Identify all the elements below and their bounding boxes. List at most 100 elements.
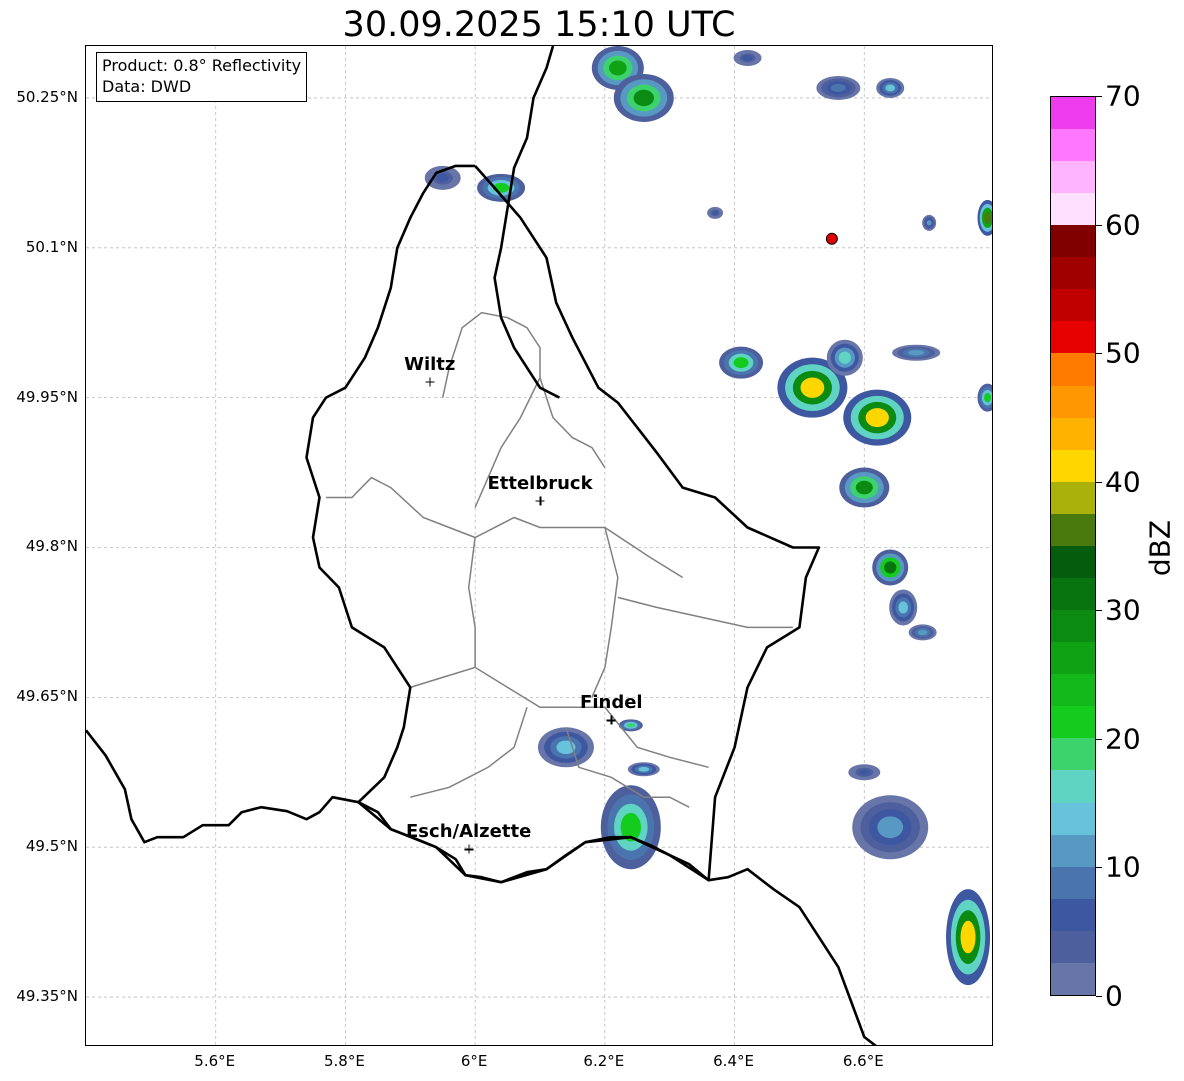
precip-cell bbox=[872, 549, 909, 586]
precip-blob bbox=[917, 629, 928, 636]
map-title: 30.09.2025 15:10 UTC bbox=[342, 5, 736, 45]
precip-blob bbox=[626, 723, 635, 728]
lon-tick-label: 6.4°E bbox=[713, 1052, 754, 1070]
colorbar-tick bbox=[1096, 738, 1102, 740]
precip-blob bbox=[638, 766, 650, 772]
precip-blob bbox=[858, 769, 870, 775]
country-border bbox=[86, 729, 877, 1045]
precip-blob bbox=[865, 408, 889, 428]
precip-cell bbox=[613, 73, 674, 122]
colorbar-segment bbox=[1051, 834, 1095, 867]
colorbar-tick-label: 40 bbox=[1105, 465, 1141, 499]
colorbar-segment bbox=[1051, 289, 1095, 322]
colorbar-segment bbox=[1051, 160, 1095, 194]
colorbar-tick bbox=[1096, 224, 1102, 226]
graticule bbox=[86, 46, 992, 1045]
precip-cell bbox=[977, 199, 992, 236]
precip-cell bbox=[922, 214, 937, 231]
precip-cell bbox=[843, 389, 912, 446]
precip-blob bbox=[877, 816, 904, 839]
radar-site-marker bbox=[825, 232, 838, 245]
precip-cell bbox=[876, 77, 905, 98]
lon-tick-label: 6.6°E bbox=[842, 1052, 884, 1070]
precip-cell bbox=[537, 727, 594, 768]
colorbar-segment bbox=[1051, 770, 1095, 803]
luxembourg-border bbox=[305, 164, 821, 884]
canton-boundary bbox=[617, 596, 793, 629]
colorbar-segment bbox=[1051, 706, 1095, 739]
data-source-label: Data: DWD bbox=[102, 77, 192, 96]
precip-blob bbox=[830, 83, 846, 93]
precip-blob bbox=[926, 220, 932, 226]
colorbar-segment bbox=[1051, 802, 1095, 835]
precip-cell bbox=[908, 624, 937, 641]
lat-tick-label: 49.5°N bbox=[25, 837, 78, 856]
radar-map[interactable]: Wiltz Ettelbruck Findel Esch/Alzette Produc… bbox=[85, 45, 993, 1046]
colorbar-segment bbox=[1051, 738, 1095, 771]
colorbar-segment bbox=[1051, 481, 1095, 514]
colorbar-tick-label: 30 bbox=[1105, 593, 1141, 627]
lat-tick-label: 49.65°N bbox=[16, 687, 78, 706]
colorbar-tick bbox=[1096, 353, 1102, 355]
city-label: Ettelbruck bbox=[487, 472, 593, 494]
lat-tick-label: 49.95°N bbox=[16, 387, 78, 406]
colorbar-segment bbox=[1051, 417, 1095, 450]
colorbar-segment bbox=[1051, 866, 1095, 899]
precip-blob bbox=[855, 480, 873, 495]
precip-blob bbox=[907, 349, 925, 356]
colorbar-tick bbox=[1096, 867, 1102, 869]
precip-cell bbox=[816, 75, 861, 100]
colorbar-tick-label: 70 bbox=[1105, 79, 1141, 113]
colorbar-tick bbox=[1096, 996, 1102, 997]
canton-boundary bbox=[467, 537, 476, 668]
precip-blob bbox=[984, 211, 991, 224]
lon-tick-label: 5.8°E bbox=[324, 1052, 365, 1070]
canton-boundary bbox=[410, 707, 528, 798]
colorbar-tick-label: 50 bbox=[1105, 336, 1141, 370]
colorbar-tick-label: 10 bbox=[1105, 850, 1141, 884]
colorbar-tick-label: 20 bbox=[1105, 722, 1141, 756]
precip-cell bbox=[977, 383, 992, 412]
map-canvas bbox=[86, 46, 992, 1045]
precip-blob bbox=[898, 601, 908, 614]
product-info-box: Product: 0.8° Reflectivity Data: DWD bbox=[96, 52, 308, 102]
precip-blob bbox=[742, 55, 753, 61]
colorbar-segment bbox=[1051, 962, 1095, 995]
precip-cell bbox=[889, 589, 918, 626]
precip-cell bbox=[839, 467, 890, 508]
lon-tick-label: 6.2°E bbox=[583, 1052, 625, 1070]
colorbar-tick bbox=[1096, 481, 1102, 483]
colorbar-segment bbox=[1051, 321, 1095, 354]
precip-blob bbox=[633, 89, 654, 107]
colorbar-tick bbox=[1096, 610, 1102, 612]
precip-cell bbox=[848, 764, 881, 781]
precip-cell bbox=[946, 889, 991, 986]
precip-cell bbox=[627, 762, 660, 777]
colorbar-segment bbox=[1051, 545, 1095, 578]
colorbar-segment bbox=[1051, 385, 1095, 418]
city-marker bbox=[606, 715, 616, 725]
colorbar-segment bbox=[1051, 642, 1095, 675]
precip-blob bbox=[960, 920, 976, 954]
colorbar-segment bbox=[1051, 353, 1095, 386]
colorbar-tick-label: 0 bbox=[1105, 979, 1123, 1013]
precip-blob bbox=[984, 392, 991, 403]
precip-cell bbox=[826, 339, 863, 376]
colorbar-segment bbox=[1051, 449, 1095, 482]
precip-blob bbox=[800, 377, 825, 398]
precip-cell bbox=[707, 206, 724, 219]
colorbar-segment bbox=[1051, 674, 1095, 707]
german-border bbox=[493, 46, 561, 399]
product-label: Product: 0.8° Reflectivity bbox=[102, 56, 302, 75]
colorbar bbox=[1050, 96, 1096, 996]
city-label: Findel bbox=[580, 692, 643, 714]
colorbar-segment bbox=[1051, 128, 1095, 161]
colorbar-segment bbox=[1051, 225, 1095, 258]
colorbar-unit-label: dBZ bbox=[1143, 519, 1177, 577]
city-marker bbox=[425, 377, 435, 387]
precip-blob bbox=[838, 351, 851, 364]
colorbar-segment bbox=[1051, 513, 1095, 546]
colorbar-segment bbox=[1051, 930, 1095, 963]
city-label: Wiltz bbox=[404, 353, 456, 375]
precip-cell bbox=[733, 49, 762, 66]
